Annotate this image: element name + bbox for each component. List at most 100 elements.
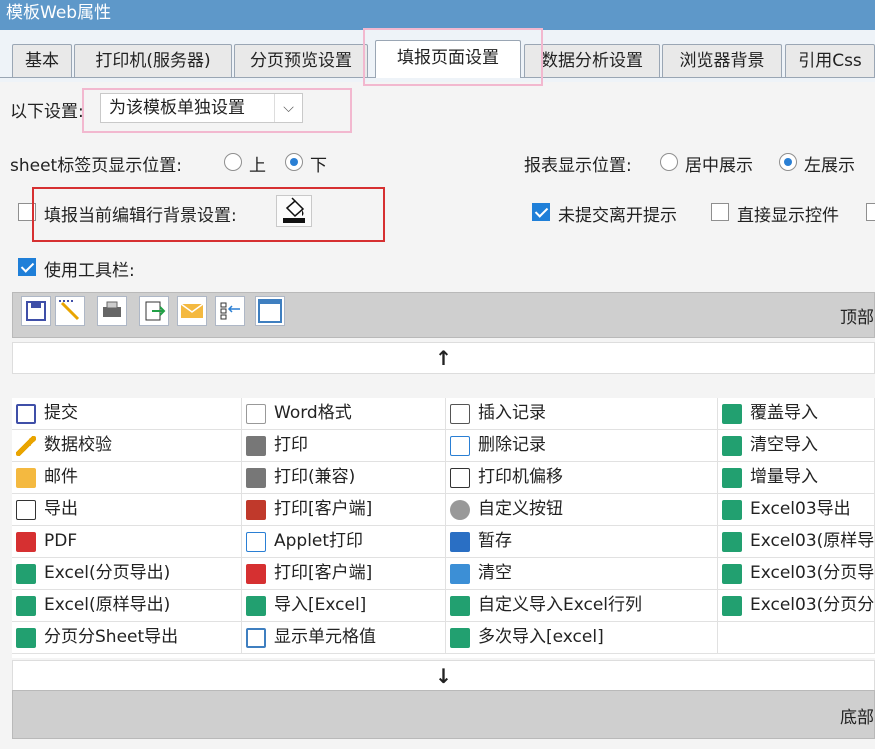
bottom-area-label: 底部 [840,708,874,728]
excel-icon [722,532,742,552]
use-toolbar-label: 使用工具栏: [44,261,135,281]
list-item[interactable]: PDF [12,526,242,558]
printer-icon [246,468,266,488]
list-item[interactable]: 打印(兼容) [242,462,446,494]
sheet-position-bottom-radio[interactable] [285,153,303,171]
list-item[interactable]: Excel(分页导出) [12,558,242,590]
printer-icon [246,436,266,456]
save-icon[interactable] [21,296,51,326]
move-icon [450,468,470,488]
direct-show-checkbox[interactable] [711,203,729,221]
pencil-icon[interactable] [55,296,85,326]
word-icon [246,404,266,424]
delete-record-icon [450,436,470,456]
list-item[interactable]: 打印[客户端] [242,494,446,526]
list-item[interactable]: Excel03(分页分 [718,590,875,622]
list-item[interactable]: 打印机偏移 [446,462,718,494]
list-item[interactable]: 删除记录 [446,430,718,462]
list-item[interactable]: Applet打印 [242,526,446,558]
report-position-label: 报表显示位置: [524,156,632,176]
window-title: 模板Web属性 [0,0,875,30]
up-arrow-icon: ↑ [435,346,452,370]
list-item[interactable]: 插入记录 [446,398,718,430]
list-item[interactable]: 覆盖导入 [718,398,875,430]
excel-icon [722,436,742,456]
gear-icon [450,500,470,520]
list-item[interactable]: 数据校验 [12,430,242,462]
leave-prompt-checkbox[interactable] [532,203,550,221]
report-position-center-label: 居中展示 [685,156,753,176]
insert-record-icon [450,404,470,424]
report-position-center-radio[interactable] [660,153,678,171]
move-down-button[interactable]: ↓ [12,660,875,692]
list-item[interactable]: 打印 [242,430,446,462]
excel-icon [722,596,742,616]
sheet-position-bottom-label: 下 [310,156,327,176]
excel-icon [450,596,470,616]
top-area-label: 顶部 [840,308,874,328]
printer-icon[interactable] [97,296,127,326]
list-item[interactable]: 邮件 [12,462,242,494]
list-item[interactable]: 自定义导入Excel行列 [446,590,718,622]
leave-prompt-label: 未提交离开提示 [558,206,677,226]
temp-save-icon [450,532,470,552]
applet-print-icon [246,532,266,552]
list-item[interactable]: 导入[Excel] [242,590,446,622]
excel-icon [16,596,36,616]
mail-icon[interactable] [177,296,207,326]
report-position-left-radio[interactable] [779,153,797,171]
bottom-toolbar-area[interactable]: 底部 [12,690,875,739]
list-item[interactable]: 分页分Sheet导出 [12,622,242,654]
export-icon[interactable] [139,296,169,326]
use-toolbar-checkbox[interactable] [18,258,36,276]
excel-icon [246,596,266,616]
list-item[interactable]: Excel03(原样导 [718,526,875,558]
tab-data-analysis[interactable]: 数据分析设置 [524,44,660,78]
tab-printer-server[interactable]: 打印机(服务器) [74,44,232,78]
tab-reference-css[interactable]: 引用Css [785,44,875,78]
pdf-print-icon [246,564,266,584]
tab-basic[interactable]: 基本 [12,44,72,78]
tab-page-preview[interactable]: 分页预览设置 [234,44,368,78]
excel-icon [16,564,36,584]
top-toolbar-area[interactable]: 顶部 [12,292,875,338]
available-buttons-grid: 提交 数据校验 邮件 导出 PDF Excel(分页导出) Excel(原样导出… [12,398,875,658]
move-up-button[interactable]: ↑ [12,342,875,374]
list-item[interactable]: 自定义按钮 [446,494,718,526]
pdf-icon [16,532,36,552]
sheet-position-top-radio[interactable] [224,153,242,171]
list-item[interactable]: 提交 [12,398,242,430]
list-item[interactable]: 增量导入 [718,462,875,494]
highlight-row-bg-box [32,187,385,242]
list-item[interactable]: 导出 [12,494,242,526]
mode-label: 以下设置: [10,102,84,122]
list-item[interactable]: Excel(原样导出) [12,590,242,622]
tab-browser-background[interactable]: 浏览器背景 [662,44,782,78]
list-item[interactable]: 打印[客户端] [242,558,446,590]
list-item[interactable]: 显示单元格值 [242,622,446,654]
list-item[interactable]: Excel03导出 [718,494,875,526]
excel-icon [722,564,742,584]
export-icon [16,500,36,520]
excel-icon [722,404,742,424]
blank-cell-icon[interactable] [255,296,285,326]
report-position-left-label: 左展示 [804,156,855,176]
list-item[interactable]: Excel03(分页导 [718,558,875,590]
sheet-position-label: sheet标签页显示位置: [10,156,182,176]
list-item[interactable]: 暂存 [446,526,718,558]
list-item[interactable]: 清空 [446,558,718,590]
highlight-tab-box [363,28,543,86]
eraser-icon [450,564,470,584]
client-print-icon [246,500,266,520]
list-item[interactable]: 清空导入 [718,430,875,462]
extra-checkbox[interactable] [866,203,875,221]
save-icon [16,404,36,424]
list-item[interactable]: Word格式 [242,398,446,430]
excel-icon [16,628,36,648]
highlight-mode-box [82,88,352,133]
pencil-icon [16,436,36,456]
list-item[interactable]: 多次导入[excel] [446,622,718,654]
excel-icon [722,500,742,520]
excel-icon [450,628,470,648]
insert-record-icon[interactable] [215,296,245,326]
